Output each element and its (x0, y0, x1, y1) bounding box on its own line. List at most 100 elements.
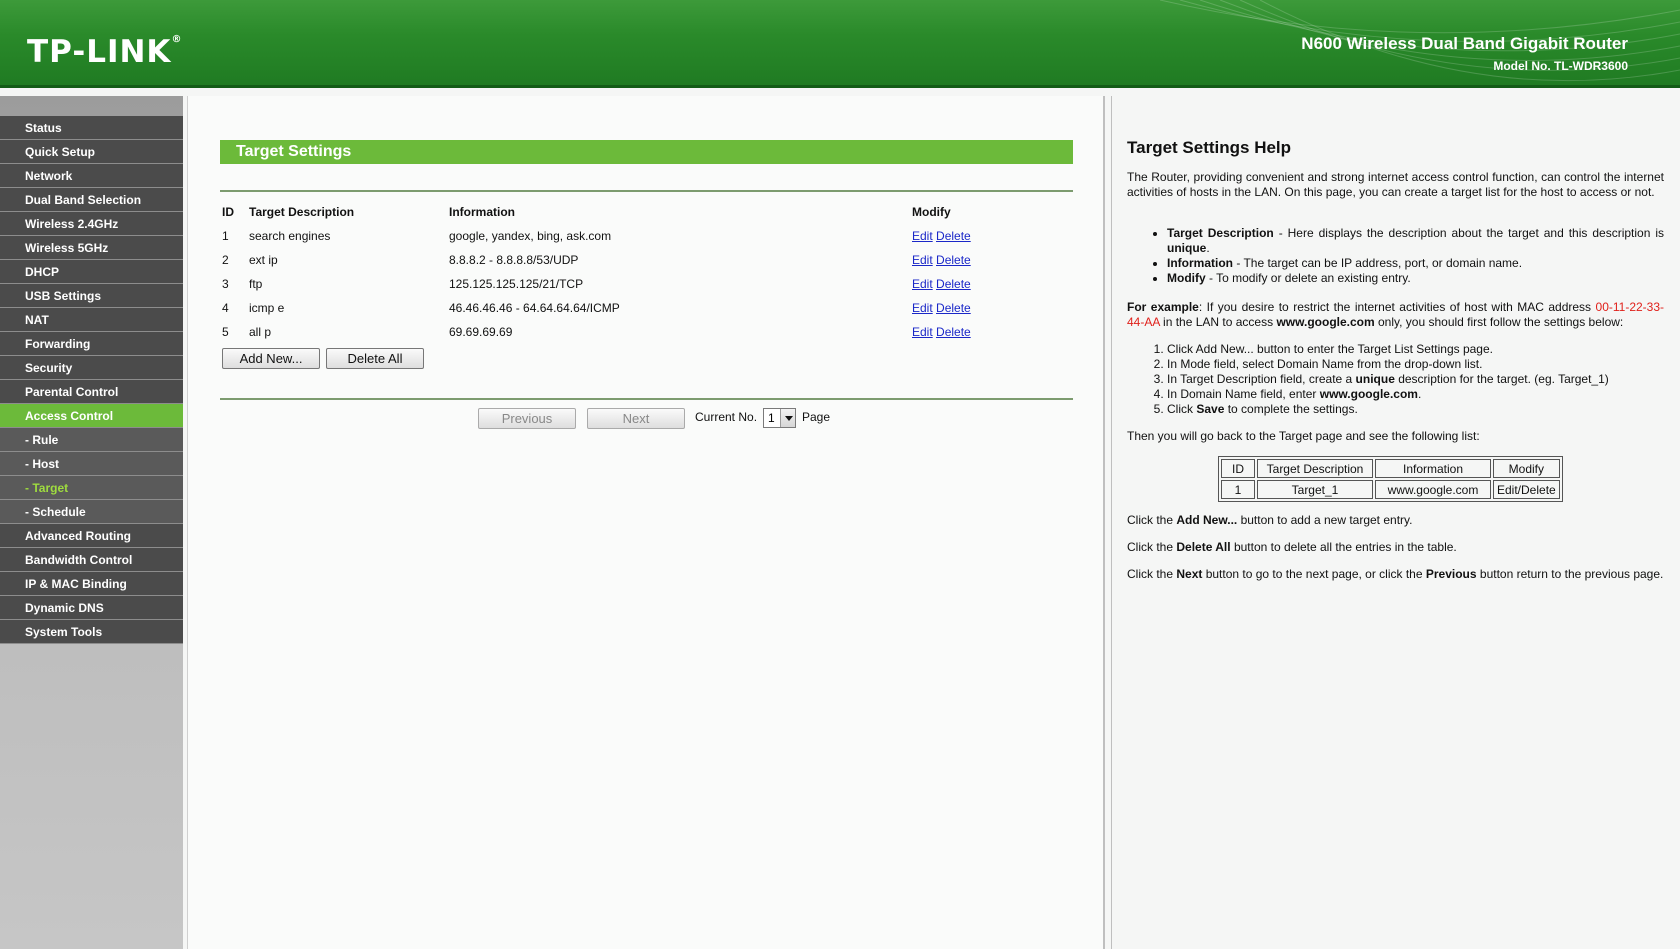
row-description: ftp (249, 277, 263, 291)
help-bullets: Target Description - Here displays the d… (1127, 226, 1664, 286)
menu-item-system-tools[interactable]: System Tools (0, 620, 183, 644)
menu-item-quick-setup[interactable]: Quick Setup (0, 140, 183, 164)
delete-link[interactable]: Delete (936, 301, 971, 315)
top-divider (220, 190, 1073, 192)
demo-cell-modify: Edit/Delete (1493, 480, 1560, 499)
add-new-button[interactable]: Add New... (222, 348, 320, 369)
page-select[interactable]: 1 (763, 408, 796, 428)
edit-link[interactable]: Edit (912, 253, 933, 267)
column-header-modify: Modify (912, 205, 951, 219)
delete-all-button[interactable]: Delete All (326, 348, 424, 369)
page-select-value: 1 (768, 411, 775, 425)
menu-item-nat[interactable]: NAT (0, 308, 183, 332)
edit-link[interactable]: Edit (912, 325, 933, 339)
menu-item-security[interactable]: Security (0, 356, 183, 380)
help-next-previous: Click the Next button to go to the next … (1127, 567, 1664, 581)
edit-link[interactable]: Edit (912, 277, 933, 291)
delete-link[interactable]: Delete (936, 277, 971, 291)
page-label: Page (802, 410, 831, 424)
row-information: google, yandex, bing, ask.com (449, 229, 612, 243)
table-row: 3 ftp 125.125.125.125/21/TCP Edit Delete (220, 272, 1072, 296)
target-table: ID Target Description Information Modify… (220, 200, 1072, 344)
demo-cell-description: Target_1 (1257, 480, 1373, 499)
table-header-row: ID Target Description Information Modify (220, 200, 1072, 224)
menu-item-target[interactable]: - Target (0, 476, 183, 500)
demo-cell-id: 1 (1221, 480, 1255, 499)
sidebar-menu: Status Quick Setup Network Dual Band Sel… (0, 116, 183, 644)
edit-link[interactable]: Edit (912, 301, 933, 315)
menu-item-usb-settings[interactable]: USB Settings (0, 284, 183, 308)
help-delete-all: Click the Delete All button to delete al… (1127, 540, 1457, 554)
page-title: Target Settings (220, 140, 1073, 164)
demo-header-modify: Modify (1493, 459, 1560, 478)
menu-item-access-control[interactable]: Access Control (0, 404, 183, 428)
menu-item-schedule[interactable]: - Schedule (0, 500, 183, 524)
help-bullet: Information - The target can be IP addre… (1167, 256, 1664, 271)
delete-link[interactable]: Delete (936, 253, 971, 267)
row-modify: Edit Delete (912, 224, 1072, 248)
help-title: Target Settings Help (1127, 138, 1292, 157)
row-id: 4 (222, 301, 229, 315)
row-information: 125.125.125.125/21/TCP (449, 277, 584, 291)
sidebar: Status Quick Setup Network Dual Band Sel… (0, 96, 183, 949)
row-information: 8.8.8.2 - 8.8.8.8/53/UDP (449, 253, 579, 267)
row-description: search engines (249, 229, 331, 243)
help-add-new: Click the Add New... button to add a new… (1127, 513, 1413, 527)
help-step: In Domain Name field, enter www.google.c… (1167, 387, 1664, 402)
menu-item-wireless-5ghz[interactable]: Wireless 5GHz (0, 236, 183, 260)
menu-item-advanced-routing[interactable]: Advanced Routing (0, 524, 183, 548)
help-then: Then you will go back to the Target page… (1127, 429, 1480, 443)
row-information: 69.69.69.69 (449, 325, 513, 339)
menu-item-rule[interactable]: - Rule (0, 428, 183, 452)
row-modify: Edit Delete (912, 296, 1072, 320)
dropdown-arrow-icon[interactable] (780, 409, 795, 427)
help-step: In Mode field, select Domain Name from t… (1167, 357, 1664, 372)
model-number: Model No. TL-WDR3600 (1493, 59, 1628, 73)
column-header-description: Target Description (249, 205, 355, 219)
menu-item-ip-mac-binding[interactable]: IP & MAC Binding (0, 572, 183, 596)
help-example: For example: If you desire to restrict t… (1127, 300, 1664, 329)
column-header-id: ID (222, 205, 234, 219)
row-id: 3 (222, 277, 229, 291)
menu-item-dynamic-dns[interactable]: Dynamic DNS (0, 596, 183, 620)
demo-header-description: Target Description (1257, 459, 1373, 478)
product-name: N600 Wireless Dual Band Gigabit Router (1301, 34, 1628, 53)
help-bullet: Modify - To modify or delete an existing… (1167, 271, 1664, 286)
menu-item-dual-band-selection[interactable]: Dual Band Selection (0, 188, 183, 212)
header-banner: TP-LINK® N600 Wireless Dual Band Gigabit… (0, 0, 1680, 88)
edit-link[interactable]: Edit (912, 229, 933, 243)
delete-link[interactable]: Delete (936, 229, 971, 243)
menu-item-forwarding[interactable]: Forwarding (0, 332, 183, 356)
menu-item-dhcp[interactable]: DHCP (0, 260, 183, 284)
column-header-information: Information (449, 205, 515, 219)
menu-item-network[interactable]: Network (0, 164, 183, 188)
menu-item-status[interactable]: Status (0, 116, 183, 140)
row-modify: Edit Delete (912, 272, 1072, 296)
table-row: 1 Target_1 www.google.com Edit/Delete (1221, 480, 1560, 499)
help-step: In Target Description field, create a un… (1167, 372, 1664, 387)
previous-button[interactable]: Previous (478, 408, 576, 429)
current-no-label: Current No. (695, 410, 758, 424)
next-button[interactable]: Next (587, 408, 685, 429)
table-row: 1 search engines google, yandex, bing, a… (220, 224, 1072, 248)
table-row: 4 icmp e 46.46.46.46 - 64.64.64.64/ICMP … (220, 296, 1072, 320)
row-modify: Edit Delete (912, 248, 1072, 272)
row-information: 46.46.46.46 - 64.64.64.64/ICMP (449, 301, 620, 315)
row-id: 2 (222, 253, 229, 267)
bottom-divider (220, 398, 1073, 400)
row-description: ext ip (249, 253, 278, 267)
help-step: Click Save to complete the settings. (1167, 402, 1664, 417)
help-step: Click Add New... button to enter the Tar… (1167, 342, 1664, 357)
main-panel: Target Settings ID Target Description In… (187, 96, 1105, 949)
help-example-table: ID Target Description Information Modify… (1218, 456, 1563, 502)
table-row: 2 ext ip 8.8.8.2 - 8.8.8.8/53/UDP Edit D… (220, 248, 1072, 272)
menu-item-wireless-24ghz[interactable]: Wireless 2.4GHz (0, 212, 183, 236)
menu-item-parental-control[interactable]: Parental Control (0, 380, 183, 404)
table-row: 5 all p 69.69.69.69 Edit Delete (220, 320, 1072, 344)
row-id: 5 (222, 325, 229, 339)
row-description: icmp e (249, 301, 285, 315)
menu-item-bandwidth-control[interactable]: Bandwidth Control (0, 548, 183, 572)
delete-link[interactable]: Delete (936, 325, 971, 339)
menu-item-host[interactable]: - Host (0, 452, 183, 476)
table-header-row: ID Target Description Information Modify (1221, 459, 1560, 478)
